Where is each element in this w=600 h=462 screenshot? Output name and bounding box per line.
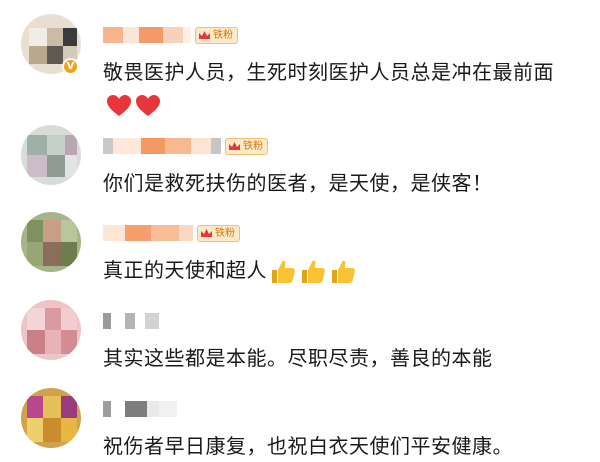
username-mask <box>103 313 159 329</box>
username-row[interactable]: 铁粉 <box>103 24 238 46</box>
avatar[interactable] <box>21 300 81 360</box>
comment-body: 祝伤者早日康复，也祝白衣天使们平安健康。 <box>103 434 513 458</box>
username-mask <box>103 401 177 417</box>
fan-badge-label: 铁粉 <box>213 29 233 41</box>
username-mask <box>103 138 221 154</box>
username-row[interactable]: 铁粉 <box>103 222 240 244</box>
comment-text: 你们是救死扶伤的医者，是天使，是侠客！ <box>103 167 573 199</box>
username-row[interactable] <box>103 310 159 332</box>
comment-text: 其实这些都是本能。尽职尽责，善良的本能 <box>103 342 573 374</box>
comment-item: 祝伤者早日康复，也祝白衣天使们平安健康。 <box>0 388 600 460</box>
crown-icon <box>198 226 214 241</box>
crown-icon <box>226 139 242 154</box>
heart-emoji <box>135 94 161 118</box>
avatar[interactable] <box>21 212 81 272</box>
username-row[interactable] <box>103 398 177 420</box>
thumbs-up-emoji <box>330 259 357 285</box>
verified-icon: V <box>62 58 79 75</box>
heart-emoji <box>106 94 132 118</box>
fan-badge: 铁粉 <box>225 137 268 155</box>
thumbs-up-emoji <box>270 259 297 285</box>
thumbs-up-emoji <box>300 259 327 285</box>
comment-item: 其实这些都是本能。尽职尽责，善良的本能 <box>0 300 600 374</box>
comment-text: 真正的天使和超人 <box>103 254 573 286</box>
comment-body: 敬畏医护人员，生死时刻医护人员总是冲在最前面 <box>103 60 554 84</box>
fan-badge: 铁粉 <box>197 224 240 242</box>
comment-body: 其实这些都是本能。尽职尽责，善良的本能 <box>103 346 493 370</box>
avatar[interactable] <box>21 388 81 448</box>
avatar[interactable] <box>21 125 81 185</box>
fan-badge-label: 铁粉 <box>243 140 263 152</box>
username-row[interactable]: 铁粉 <box>103 135 268 157</box>
comment-body: 真正的天使和超人 <box>103 258 267 282</box>
fan-badge-label: 铁粉 <box>215 227 235 239</box>
username-mask <box>103 225 193 241</box>
comment-list: V 铁粉 敬畏医护人员，生死时刻医护人员总是冲在最前面 铁粉 你们是救死扶伤的医… <box>0 0 600 460</box>
comment-item: 铁粉 真正的天使和超人 <box>0 212 600 290</box>
comment-text: 祝伤者早日康复，也祝白衣天使们平安健康。 <box>103 430 573 462</box>
crown-icon <box>196 28 212 43</box>
comment-text: 敬畏医护人员，生死时刻医护人员总是冲在最前面 <box>103 56 573 120</box>
comment-item: V 铁粉 敬畏医护人员，生死时刻医护人员总是冲在最前面 <box>0 14 600 116</box>
username-mask <box>103 27 191 43</box>
comment-body: 你们是救死扶伤的医者，是天使，是侠客！ <box>103 171 493 195</box>
fan-badge: 铁粉 <box>195 26 238 44</box>
comment-item: 铁粉 你们是救死扶伤的医者，是天使，是侠客！ <box>0 125 600 197</box>
